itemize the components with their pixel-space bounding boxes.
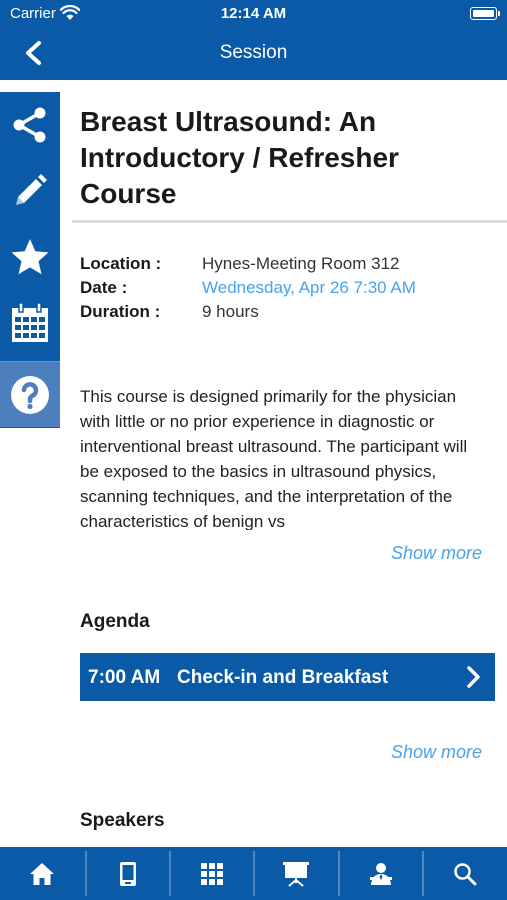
tab-presentations[interactable] [254,847,338,900]
chevron-right-icon [467,666,480,688]
location-value: Hynes-Meeting Room 312 [202,254,400,273]
bottom-tab-bar [0,847,507,900]
favorite-button[interactable] [0,224,60,290]
tab-grid[interactable] [170,847,254,900]
tab-mobile[interactable] [86,847,170,900]
tab-speakers[interactable] [339,847,423,900]
add-to-calendar-button[interactable] [0,290,60,356]
edit-note-button[interactable] [0,158,60,224]
page-title: Session [219,42,288,63]
share-icon [13,107,46,143]
tab-home[interactable] [0,847,84,900]
star-icon [11,239,49,275]
help-icon [11,375,49,414]
duration-label: Duration : [80,302,161,321]
grid-icon [201,862,223,885]
agenda-item[interactable]: 7:00 AM Check-in and Breakfast [80,653,495,701]
presentation-icon [283,861,309,887]
agenda-show-more-link[interactable]: Show more [391,742,482,763]
speakers-heading: Speakers [80,810,165,831]
title-divider [72,220,507,223]
speaker-icon [370,862,392,885]
agenda-heading: Agenda [80,611,150,632]
pencil-icon [16,174,47,205]
location-label: Location : [80,254,162,273]
status-bar: Carrier 12:14 AM [0,0,507,28]
app-header: Carrier 12:14 AM Session [0,0,507,80]
share-button[interactable] [0,92,60,158]
session-description: This course is designed primarily for th… [80,387,468,530]
home-icon [30,862,54,885]
agenda-item-title: Check-in and Breakfast [177,667,389,688]
help-button[interactable] [0,361,60,427]
status-time: 12:14 AM [220,5,287,22]
search-icon [454,862,477,885]
tab-search[interactable] [423,847,507,900]
mobile-device-icon [120,861,136,886]
date-label: Date : [80,278,128,297]
side-action-bar [0,92,60,428]
date-link[interactable]: Wednesday, Apr 26 7:30 AM [202,278,416,298]
calendar-icon [12,303,48,342]
session-title: Breast Ultrasound: An Introductory / Ref… [80,106,399,209]
battery-icon [470,7,500,20]
agenda-item-time: 7:00 AM [88,667,161,688]
description-show-more-link[interactable]: Show more [391,543,482,564]
duration-value: 9 hours [202,302,259,321]
